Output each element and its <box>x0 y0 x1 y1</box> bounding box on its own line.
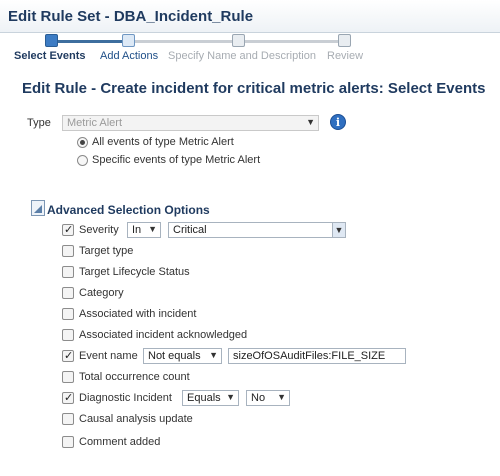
train-connector <box>57 40 127 43</box>
checkbox-label: Associated incident acknowledged <box>79 329 248 341</box>
type-label: Type <box>27 117 51 129</box>
dropdown-arrow-icon: ▼ <box>209 350 218 360</box>
edit-rule-set-page: Edit Rule Set - DBA_Incident_Rule Select… <box>0 0 500 476</box>
checkbox-label: Event name <box>79 350 138 362</box>
step-stop-add-actions[interactable] <box>122 34 135 47</box>
checkbox-label: Target type <box>79 245 134 257</box>
type-select: Metric Alert ▼ <box>62 115 319 131</box>
dropdown-arrow-icon: ▼ <box>148 224 157 234</box>
input-value: sizeOfOSAuditFiles:FILE_SIZE <box>233 350 386 362</box>
radio-specific-events-label: Specific events of type Metric Alert <box>92 154 261 166</box>
step-stop-specify-name <box>232 34 245 47</box>
step-stop-select-events <box>45 34 58 47</box>
event-name-operator-select[interactable]: Not equals ▼ <box>143 348 222 364</box>
checkbox-causal-analysis-update[interactable] <box>62 413 74 425</box>
select-value: No <box>251 392 266 404</box>
type-select-value: Metric Alert <box>67 117 123 129</box>
checkbox-label: Target Lifecycle Status <box>79 266 190 278</box>
dropdown-arrow-icon: ▼ <box>226 392 235 402</box>
collapse-toggle-icon[interactable] <box>31 200 45 216</box>
checkbox-label: Associated with incident <box>79 308 197 320</box>
train-connector <box>245 40 338 43</box>
checkbox-associated-with-incident[interactable] <box>62 308 74 320</box>
diagnostic-value-select[interactable]: No ▼ <box>246 390 290 406</box>
checkbox-target-lifecycle-status[interactable] <box>62 266 74 278</box>
select-value: In <box>132 224 142 236</box>
select-value: Not equals <box>148 350 201 362</box>
step-select-events: Select Events <box>14 50 86 62</box>
checkbox-label: Total occurrence count <box>79 371 190 383</box>
severity-value-select[interactable]: Critical ▼ <box>168 222 346 238</box>
checkbox-comment-added[interactable] <box>62 436 74 448</box>
dropdown-arrow-icon: ▼ <box>306 117 315 127</box>
title-bar: Edit Rule Set - DBA_Incident_Rule <box>0 0 500 33</box>
checkbox-diagnostic-incident[interactable] <box>62 391 74 404</box>
step-review: Review <box>327 50 364 62</box>
step-stop-review <box>338 34 351 47</box>
checkbox-incident-acknowledged[interactable] <box>62 329 74 341</box>
dropdown-arrow-icon: ▼ <box>332 223 345 237</box>
severity-operator-select[interactable]: In ▼ <box>127 222 161 238</box>
radio-all-events-label: All events of type Metric Alert <box>92 136 234 148</box>
checkbox-label: Diagnostic Incident <box>79 392 172 404</box>
step-specify-name: Specify Name and Description <box>168 50 316 62</box>
checkbox-label: Causal analysis update <box>79 413 193 425</box>
select-value: Critical <box>173 224 207 236</box>
radio-specific-events[interactable] <box>77 155 88 166</box>
diagnostic-operator-select[interactable]: Equals ▼ <box>182 390 239 406</box>
checkbox-category[interactable] <box>62 287 74 299</box>
train-connector <box>133 40 232 43</box>
advanced-options-title[interactable]: Advanced Selection Options <box>47 203 210 217</box>
page-title: Edit Rule Set - DBA_Incident_Rule <box>8 8 254 25</box>
checkbox-target-type[interactable] <box>62 245 74 257</box>
checkbox-label: Comment added <box>79 436 161 448</box>
info-icon[interactable]: i <box>330 114 346 130</box>
section-heading: Edit Rule - Create incident for critical… <box>22 80 486 97</box>
dropdown-arrow-icon: ▼ <box>277 392 286 402</box>
checkbox-severity[interactable] <box>62 223 74 236</box>
select-value: Equals <box>187 392 221 404</box>
checkbox-total-occurrence-count[interactable] <box>62 371 74 383</box>
checkbox-event-name[interactable] <box>62 349 74 362</box>
checkbox-label: Category <box>79 287 124 299</box>
wizard-train: Select Events Add Actions Specify Name a… <box>0 33 500 71</box>
checkbox-label: Severity <box>79 224 119 236</box>
event-name-input[interactable]: sizeOfOSAuditFiles:FILE_SIZE <box>228 348 406 364</box>
step-add-actions[interactable]: Add Actions <box>100 50 158 62</box>
radio-all-events[interactable] <box>77 137 88 148</box>
